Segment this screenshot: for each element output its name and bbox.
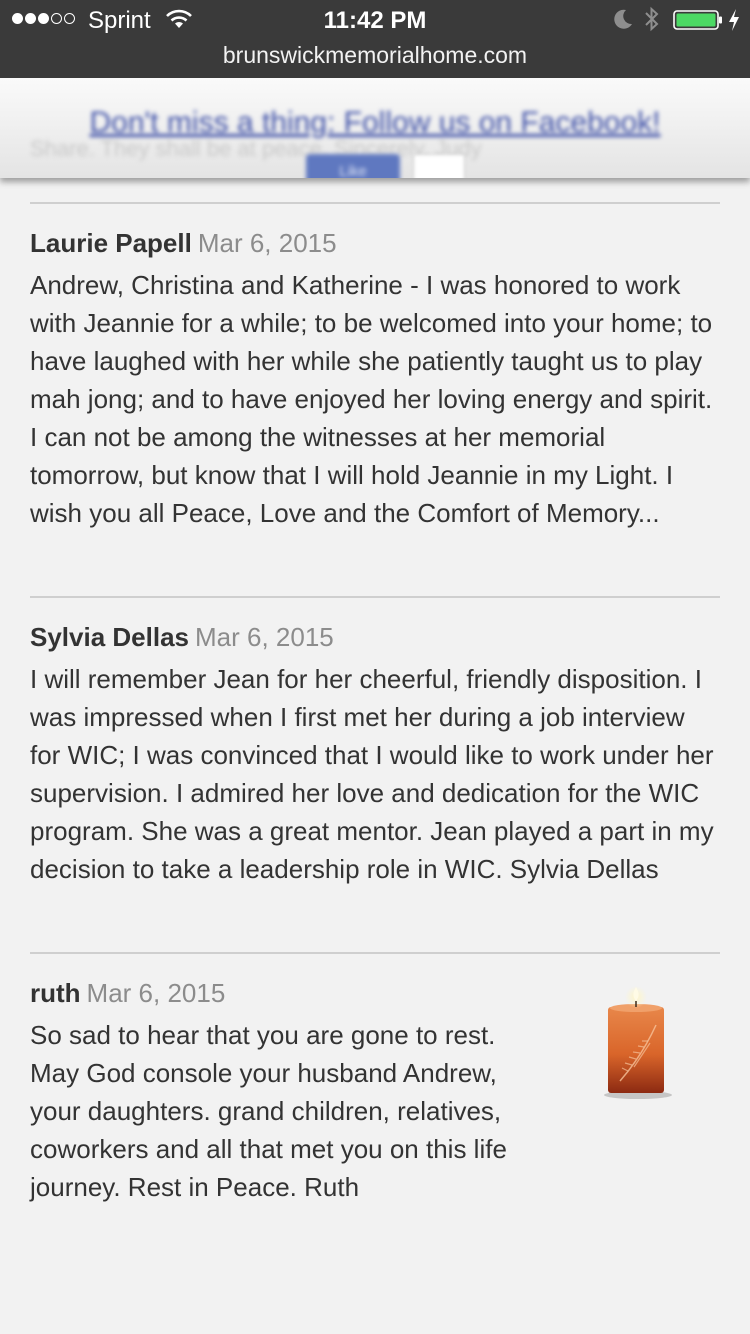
entry-divider [30, 596, 720, 598]
guestbook-entry: Sylvia Dellas Mar 6, 2015 I will remember… [30, 622, 720, 888]
entry-header: Laurie Papell Mar 6, 2015 [30, 228, 720, 258]
facebook-like-count [413, 154, 465, 178]
bluetooth-icon [645, 6, 659, 32]
entry-date: Mar 6, 2015 [195, 622, 334, 652]
browser-top-bar: Sprint 11:42 PM brunswickmemorialhome.co… [0, 0, 750, 78]
entry-date: Mar 6, 2015 [197, 228, 337, 258]
facebook-follow-banner[interactable]: Share. They shall be at peace. Sincerely… [0, 78, 750, 178]
facebook-follow-link[interactable]: Don't miss a thing: Follow us on Faceboo… [0, 106, 750, 140]
battery-icon [673, 10, 722, 30]
entry-message: I will remember Jean for her cheerful, f… [30, 664, 714, 884]
guestbook-entry: Laurie Papell Mar 6, 2015 Andrew, Christi… [30, 228, 720, 532]
do-not-disturb-moon-icon [614, 9, 632, 29]
entry-author: Laurie Papell [30, 228, 192, 258]
entry-author: ruth [30, 978, 81, 1008]
entry-divider [30, 952, 720, 954]
entry-header: Sylvia Dellas Mar 6, 2015 [30, 622, 720, 652]
entry-date: Mar 6, 2015 [86, 978, 226, 1008]
facebook-like-button[interactable]: Like [306, 154, 400, 178]
charging-bolt-icon [729, 9, 739, 31]
entry-message: So sad to hear that you are gone to rest… [30, 1020, 507, 1202]
address-bar-url[interactable]: brunswickmemorialhome.com [0, 41, 750, 69]
status-time: 11:42 PM [323, 7, 427, 34]
candle-icon [604, 986, 672, 1099]
entry-author: Sylvia Dellas [30, 622, 189, 652]
entry-divider [30, 202, 720, 204]
status-bar: Sprint 11:42 PM [0, 0, 750, 40]
entry-message: Andrew, Christina and Katherine - I was … [30, 270, 713, 528]
